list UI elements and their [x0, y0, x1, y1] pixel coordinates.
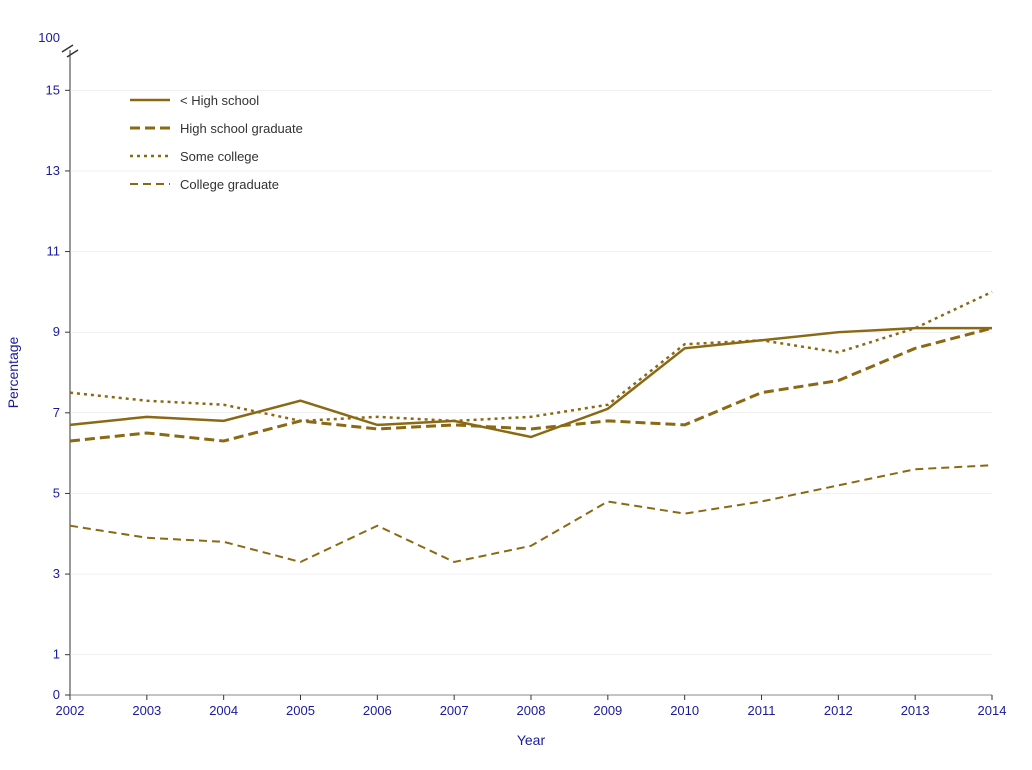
- svg-text:2014: 2014: [978, 703, 1007, 718]
- svg-text:3: 3: [53, 566, 60, 581]
- svg-text:2003: 2003: [132, 703, 161, 718]
- svg-text:2007: 2007: [440, 703, 469, 718]
- svg-text:5: 5: [53, 485, 60, 500]
- svg-text:Year: Year: [517, 732, 546, 748]
- svg-text:9: 9: [53, 324, 60, 339]
- svg-text:100: 100: [38, 30, 60, 45]
- svg-text:11: 11: [47, 244, 61, 259]
- svg-text:1: 1: [53, 647, 60, 662]
- svg-text:2011: 2011: [748, 703, 776, 718]
- svg-text:2002: 2002: [56, 703, 85, 718]
- svg-text:2013: 2013: [901, 703, 930, 718]
- svg-text:13: 13: [46, 163, 60, 178]
- svg-text:0: 0: [53, 687, 60, 702]
- svg-text:2012: 2012: [824, 703, 853, 718]
- svg-text:2010: 2010: [670, 703, 699, 718]
- svg-text:Percentage: Percentage: [5, 336, 21, 408]
- svg-text:< High school: < High school: [180, 93, 259, 108]
- svg-text:2008: 2008: [517, 703, 546, 718]
- svg-text:15: 15: [46, 82, 60, 97]
- svg-text:2005: 2005: [286, 703, 315, 718]
- svg-text:2004: 2004: [209, 703, 238, 718]
- svg-text:High school graduate: High school graduate: [180, 121, 303, 136]
- svg-text:Some college: Some college: [180, 149, 259, 164]
- svg-text:2006: 2006: [363, 703, 392, 718]
- svg-text:7: 7: [53, 405, 60, 420]
- svg-text:College graduate: College graduate: [180, 177, 279, 192]
- chart-container: 0135791113151002002200320042005200620072…: [0, 0, 1032, 765]
- svg-text:2009: 2009: [593, 703, 622, 718]
- chart-svg: 0135791113151002002200320042005200620072…: [0, 0, 1032, 765]
